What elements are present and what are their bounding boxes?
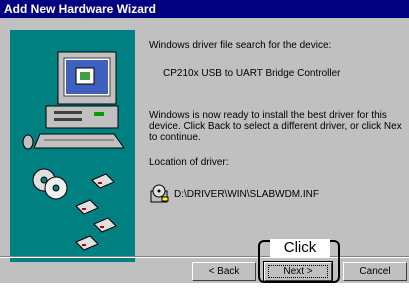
title-bar: Add New Hardware Wizard	[0, 0, 409, 18]
ready-line-2: device. Click Back to select a different…	[149, 121, 402, 132]
location-label: Location of driver:	[149, 157, 229, 168]
floppy-icon	[75, 173, 117, 251]
wizard-illustration	[10, 30, 135, 262]
driver-path: D:\DRIVER\WIN\SLABWDM.INF	[174, 189, 320, 200]
search-heading: Windows driver file search for the devic…	[149, 40, 332, 51]
cancel-button[interactable]: Cancel	[343, 262, 407, 281]
computer-icon	[22, 51, 125, 150]
ready-line-1: Windows is now ready to install the best…	[149, 110, 387, 121]
driver-file-icon	[149, 183, 171, 210]
wizard-window: Add New Hardware Wizard Windows driver f…	[0, 0, 409, 283]
disc-icon	[32, 168, 68, 200]
click-callout-label: Click	[270, 239, 330, 257]
ready-line-3: to continue.	[149, 132, 201, 143]
back-button[interactable]: < Back	[192, 262, 256, 281]
button-separator	[0, 256, 409, 258]
device-name: CP210x USB to UART Bridge Controller	[163, 68, 341, 79]
